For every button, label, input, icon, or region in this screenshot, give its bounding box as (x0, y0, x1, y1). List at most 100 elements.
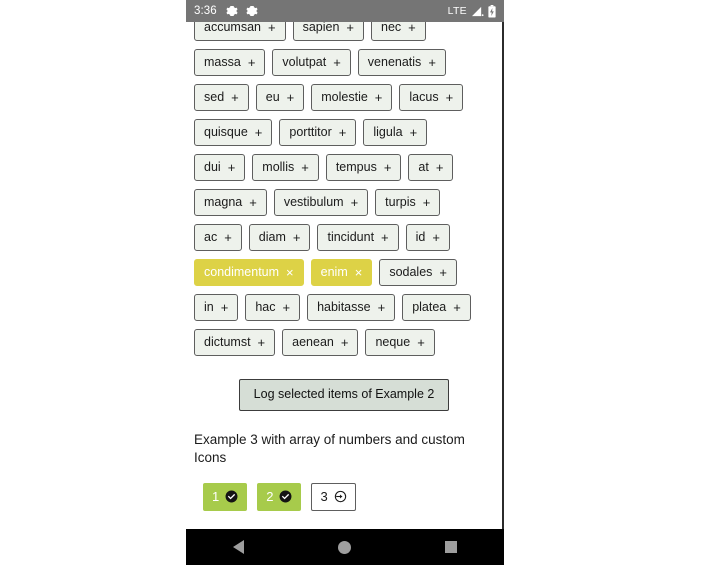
close-icon: × (286, 264, 294, 280)
chip-vestibulum[interactable]: vestibulum + (273, 189, 369, 216)
plus-icon: + (267, 22, 276, 35)
chip-aenean[interactable]: aenean + (282, 329, 359, 356)
number-chip-1[interactable]: 1 (203, 483, 248, 511)
plus-icon: + (292, 229, 301, 245)
plus-icon: + (346, 22, 355, 35)
chip-label: nec (381, 22, 402, 34)
number-chip-label: 2 (266, 489, 274, 504)
chip-label: accumsan (204, 22, 261, 34)
number-chip-label: 3 (320, 489, 328, 504)
scroll-page[interactable]: accumsan + sapien + nec + massa + volutpat + venen… (186, 22, 502, 529)
chip-habitasse[interactable]: habitasse + (307, 294, 396, 321)
example3-title: Example 3 with array of numbers and cust… (194, 432, 465, 465)
chip-sodales[interactable]: sodales + (379, 259, 458, 286)
chip-label: aenean (292, 335, 334, 349)
chip-turpis[interactable]: turpis + (375, 189, 441, 216)
chip-label: eu (265, 90, 280, 104)
chip-row: magna + vestibulum + turpis + (194, 189, 494, 216)
chip-molestie[interactable]: molestie + (311, 84, 393, 111)
chip-enim[interactable]: enim × (310, 259, 373, 286)
chip-accumsan[interactable]: accumsan + (194, 22, 286, 41)
chip-tempus[interactable]: tempus + (325, 154, 402, 181)
chip-label: magna (204, 195, 243, 209)
plus-icon: + (432, 229, 440, 245)
number-chip-2[interactable]: 2 (257, 483, 302, 511)
chip-label: enim (320, 265, 348, 279)
log-example2-button[interactable]: Log selected items of Example 2 (238, 379, 450, 411)
chip-dictumst[interactable]: dictumst + (194, 329, 276, 356)
number-chip-label: 1 (212, 489, 220, 504)
chip-ligula[interactable]: ligula + (363, 119, 428, 146)
chip-label: massa (204, 55, 241, 69)
chip-massa[interactable]: massa + (194, 49, 266, 76)
app-content-area: accumsan + sapien + nec + massa + volutpat + venen… (186, 22, 504, 529)
check-circle-icon (279, 490, 292, 503)
chip-id[interactable]: id + (405, 224, 450, 251)
plus-icon: + (224, 229, 232, 245)
plus-icon: + (377, 299, 386, 315)
chip-venenatis[interactable]: venenatis + (357, 49, 446, 76)
gear-icon (226, 5, 238, 17)
plus-icon: + (254, 124, 263, 140)
example2-chip-list: accumsan + sapien + nec + massa + volutpat + venen… (194, 22, 494, 356)
chip-sed[interactable]: sed + (194, 84, 249, 111)
plus-icon: + (338, 124, 347, 140)
plus-icon: + (282, 299, 291, 315)
chip-quisque[interactable]: quisque + (194, 119, 273, 146)
chip-label: neque (375, 335, 411, 349)
plus-icon: + (333, 54, 341, 70)
chip-label: vestibulum (283, 195, 344, 209)
android-nav-bar (186, 529, 504, 565)
chip-in[interactable]: in + (194, 294, 239, 321)
chip-row: dictumst + aenean + neque + (194, 329, 494, 356)
plus-icon: + (439, 264, 448, 280)
plus-icon: + (435, 159, 444, 175)
chip-label: sed (204, 90, 225, 104)
example2-button-row: Log selected items of Example 2 (194, 379, 494, 411)
plus-icon: + (417, 334, 425, 350)
chip-hac[interactable]: hac + (245, 294, 301, 321)
plus-icon: + (231, 89, 239, 105)
chip-mollis[interactable]: mollis + (252, 154, 319, 181)
chip-label: turpis (385, 195, 416, 209)
chip-label: dui (204, 160, 221, 174)
example3-number-chips: 1 2 3 (194, 483, 494, 511)
chip-dui[interactable]: dui + (194, 154, 246, 181)
chip-neque[interactable]: neque + (365, 329, 435, 356)
plus-icon: + (408, 22, 416, 35)
status-bar-clock: 3:36 (194, 5, 217, 17)
plus-icon: + (301, 159, 309, 175)
chip-magna[interactable]: magna + (194, 189, 267, 216)
chip-label: porttitor (289, 125, 332, 139)
plus-icon: + (374, 89, 383, 105)
chip-eu[interactable]: eu + (255, 84, 305, 111)
check-circle-icon (225, 490, 238, 503)
chip-sapien[interactable]: sapien + (292, 22, 365, 41)
chip-tincidunt[interactable]: tincidunt + (317, 224, 399, 251)
home-icon[interactable] (338, 540, 351, 554)
gear-icon (246, 5, 258, 17)
number-chip-3[interactable]: 3 (311, 483, 356, 511)
chip-diam[interactable]: diam + (248, 224, 311, 251)
chip-ac[interactable]: ac + (194, 224, 242, 251)
plus-icon: + (409, 124, 418, 140)
recents-icon[interactable] (445, 541, 457, 553)
chip-row: ac + diam + tincidunt + id + (194, 224, 494, 251)
chip-label: tempus (335, 160, 377, 174)
plus-icon: + (247, 54, 256, 70)
chip-at[interactable]: at + (408, 154, 454, 181)
back-icon[interactable] (233, 540, 244, 554)
chip-lacus[interactable]: lacus + (399, 84, 464, 111)
chip-label: dictumst (204, 335, 251, 349)
plus-icon: + (428, 54, 436, 70)
chip-condimentum[interactable]: condimentum × (194, 259, 304, 286)
chip-platea[interactable]: platea + (402, 294, 471, 321)
plus-icon: + (350, 194, 359, 210)
chip-volutpat[interactable]: volutpat + (272, 49, 351, 76)
chip-porttitor[interactable]: porttitor + (279, 119, 357, 146)
chip-label: tincidunt (327, 230, 375, 244)
chip-nec[interactable]: nec + (371, 22, 426, 41)
